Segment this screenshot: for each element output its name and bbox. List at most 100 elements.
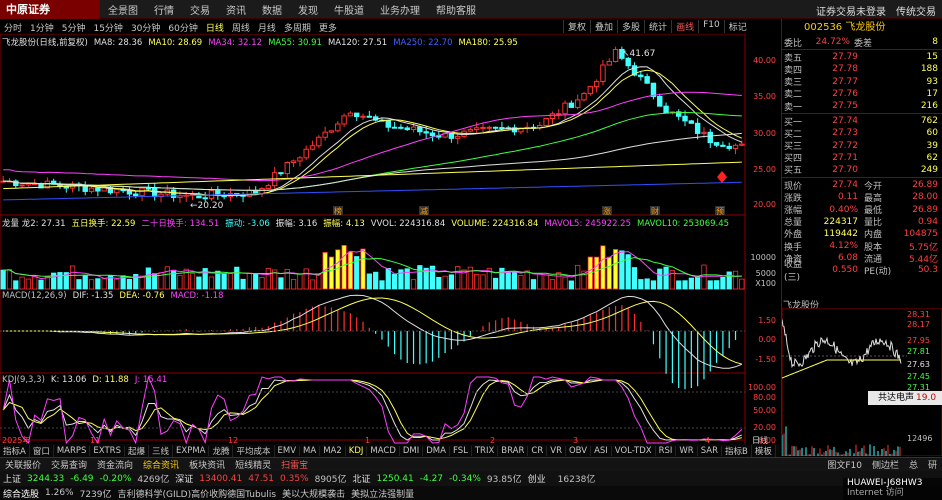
menu-item-4[interactable]: 数据 — [254, 2, 290, 17]
y-tick: 20.00 — [753, 423, 776, 432]
event-mark-4: 预 — [716, 206, 724, 216]
indicator-tab-15[interactable]: DMA — [423, 445, 450, 456]
period-2[interactable]: 5分钟 — [58, 21, 90, 34]
stock-name: 飞龙股份 — [845, 22, 886, 33]
index-pct: 0.35% — [280, 473, 309, 484]
intraday-y-tick: 28.17 — [907, 320, 930, 329]
macd-legend: MACD(12,26,9) DIF: -1.35 DEA: -0.76 MACD: -… — [2, 291, 230, 301]
top-link-0[interactable]: 证券交易未登录 — [816, 3, 886, 18]
indicator-tab-20[interactable]: VR — [547, 445, 566, 456]
indicator-tab-8[interactable]: 平均成本 — [233, 444, 275, 457]
news-popup[interactable]: 共达电声 19.0 — [868, 391, 942, 405]
func-right-2[interactable]: 总 — [904, 458, 923, 471]
menu-item-8[interactable]: 帮助客服 — [428, 2, 484, 17]
func-tab-6[interactable]: 扫雷宝 — [276, 458, 313, 471]
x-tick-0: 2025年 — [2, 435, 30, 444]
ticker-item[interactable]: 综合选股 — [0, 487, 42, 500]
indicator-tab-24[interactable]: RSI — [656, 445, 677, 456]
index-name[interactable]: 北证 — [350, 472, 374, 485]
indicator-tab-13[interactable]: MACD — [367, 445, 400, 456]
period-9[interactable]: 多周期 — [280, 21, 315, 34]
device-watermark: HUAWEI-J68HW3 Internet 访问 — [843, 478, 942, 500]
indicator-tab-27[interactable]: 指标B — [722, 444, 752, 457]
period-7[interactable]: 周线 — [228, 21, 254, 34]
indicator-tab-18[interactable]: BRAR — [498, 445, 529, 456]
tool-3[interactable]: 统计 — [644, 20, 671, 33]
menu-item-3[interactable]: 资讯 — [218, 2, 254, 17]
func-tab-4[interactable]: 板块资讯 — [184, 458, 230, 471]
indicator-tab-0[interactable]: 指标A — [0, 444, 30, 457]
indicator-tab-2[interactable]: MARPS — [54, 445, 91, 456]
func-tab-2[interactable]: 资金流向 — [92, 458, 138, 471]
ticker-item[interactable]: 7239亿 — [77, 487, 115, 500]
indicator-tab-10[interactable]: MA — [300, 445, 321, 456]
indicator-tab-17[interactable]: TRIX — [472, 445, 499, 456]
menu-item-2[interactable]: 交易 — [182, 2, 218, 17]
indicator-tab-12[interactable]: KDJ — [346, 445, 368, 456]
indicator-tab-16[interactable]: FSL — [450, 445, 472, 456]
func-right-3[interactable]: 研 — [923, 458, 942, 471]
period-1[interactable]: 1分钟 — [26, 21, 58, 34]
period-6[interactable]: 日线 — [202, 21, 228, 34]
top-link-1[interactable]: 传统交易 — [896, 3, 936, 18]
func-tab-5[interactable]: 短线精灵 — [230, 458, 276, 471]
indicator-tab-22[interactable]: ASI — [591, 445, 612, 456]
period-8[interactable]: 月线 — [254, 21, 280, 34]
ticker-item[interactable]: 美以大规模袭击 — [279, 487, 348, 500]
intraday-chart[interactable]: 28.3128.1727.9527.8127.6327.4527.3112496 — [782, 308, 942, 456]
stock-header: 002536 飞龙股份 — [782, 19, 942, 36]
menu-item-0[interactable]: 全景图 — [100, 2, 146, 17]
func-right-1[interactable]: 侧边栏 — [867, 458, 904, 471]
tool-2[interactable]: 多股 — [617, 20, 644, 33]
indicator-tab-3[interactable]: EXTRS — [90, 445, 125, 456]
tool-1[interactable]: 叠加 — [590, 20, 617, 33]
ma55-line — [3, 111, 742, 191]
indicator-tab-11[interactable]: MA2 — [320, 445, 346, 456]
index-name[interactable]: 创业 — [525, 472, 549, 485]
indicator-tab-26[interactable]: SAR — [698, 445, 722, 456]
main-chart-legend: 飞龙股份(日线,前复权) MA8: 28.36 MA10: 28.69 MA34: 3… — [2, 36, 524, 48]
func-tab-1[interactable]: 交易查询 — [46, 458, 92, 471]
menu-item-1[interactable]: 行情 — [146, 2, 182, 17]
indicator-tab-28[interactable]: 模板 — [752, 444, 776, 457]
indicator-tab-4[interactable]: 起爆 — [125, 444, 149, 457]
func-tab-0[interactable]: 关联报价 — [0, 458, 46, 471]
indicator-tab-19[interactable]: CR — [528, 445, 548, 456]
indicator-tab-21[interactable]: OBV — [566, 445, 592, 456]
tool-6[interactable]: 标记 — [723, 20, 751, 33]
indicator-tab-23[interactable]: VOL-TDX — [612, 445, 656, 456]
kdj-d-line — [2, 379, 742, 441]
indicator-tab-7[interactable]: 龙腾 — [209, 444, 234, 457]
period-10[interactable]: 更多 — [315, 21, 341, 34]
func-right-0[interactable]: 图文F10 — [822, 458, 867, 471]
ticker-item[interactable]: 1.26% — [42, 488, 77, 498]
func-tab-3[interactable]: 综合资讯 — [138, 458, 184, 471]
indicator-tab-9[interactable]: EMV — [275, 445, 301, 456]
period-3[interactable]: 15分钟 — [89, 21, 126, 34]
period-5[interactable]: 60分钟 — [164, 21, 201, 34]
tool-4[interactable]: 画线 — [671, 20, 698, 33]
ticker-item[interactable]: 吉利德科学(GILD)高价收购德国Tubulis — [115, 487, 280, 500]
indicator-tab-14[interactable]: DMI — [400, 445, 424, 456]
menu-item-6[interactable]: 牛股道 — [326, 2, 372, 17]
period-0[interactable]: 分时 — [0, 21, 26, 34]
menu-item-7[interactable]: 业务办理 — [372, 2, 428, 17]
ask-row-1: 卖四 27.78 188 — [784, 64, 938, 76]
legend-item: MA250: 22.70 — [393, 38, 453, 48]
index-amount: 93.85亿 — [486, 475, 522, 485]
indicator-tab-6[interactable]: EXPMA — [173, 445, 210, 456]
period-4[interactable]: 30分钟 — [127, 21, 164, 34]
ticker-item[interactable]: 美拟立法强制量 — [348, 487, 417, 500]
index-name[interactable]: 上证 — [0, 472, 24, 485]
legend-item: MA55: 30.91 — [268, 38, 322, 48]
indicator-tab-5[interactable]: 三线 — [149, 444, 173, 457]
tool-0[interactable]: 复权 — [563, 20, 590, 33]
indicator-tab-25[interactable]: WR — [676, 445, 698, 456]
x-tick-5: 3 — [573, 436, 578, 444]
index-name[interactable]: 深证 — [172, 472, 196, 485]
menu-item-5[interactable]: 发现 — [290, 2, 326, 17]
indicator-tab-1[interactable]: 窗口 — [30, 444, 54, 457]
volume-bars — [0, 245, 745, 290]
tool-5[interactable]: F10 — [698, 20, 724, 33]
stock-code: 002536 — [804, 22, 843, 33]
